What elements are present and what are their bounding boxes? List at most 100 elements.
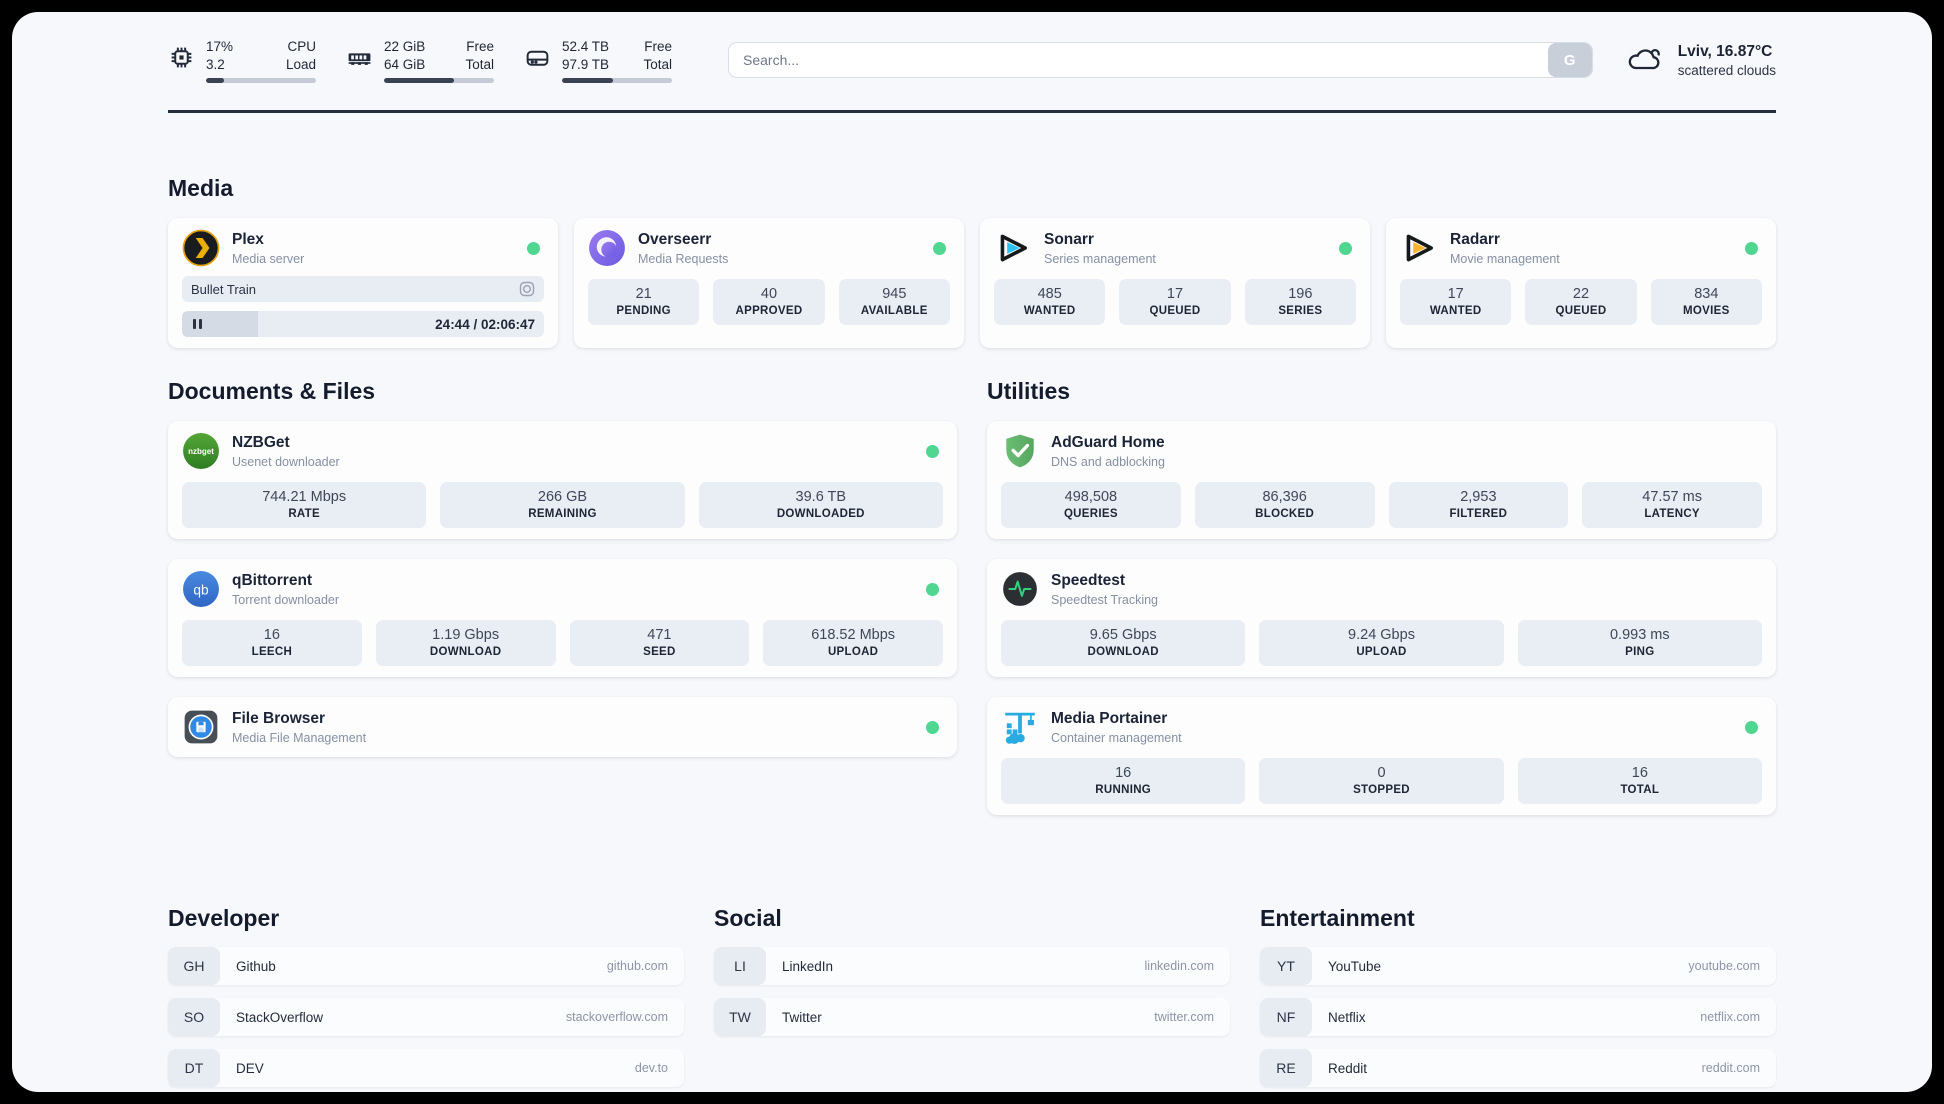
stat-value: 266 GB xyxy=(537,489,588,505)
stat-value: 9.24 Gbps xyxy=(1348,627,1415,643)
stream-session-icon[interactable] xyxy=(519,281,535,297)
link-name: Twitter xyxy=(782,1009,822,1025)
stat-box: 16 RUNNING xyxy=(1001,758,1246,804)
section-title-utilities: Utilities xyxy=(987,378,1071,404)
app-name: File Browser xyxy=(232,709,326,727)
weather-condition: scattered clouds xyxy=(1677,62,1776,78)
stat-label: AVAILABLE xyxy=(860,305,928,317)
app-name: Sonarr xyxy=(1044,230,1094,248)
now-playing-title: Bullet Train xyxy=(191,281,257,297)
section-title-entertainment: Entertainment xyxy=(1260,905,1415,931)
app-card-filebrowser[interactable]: File Browser Media File Management xyxy=(168,697,957,757)
cpu-load-label: Load xyxy=(285,56,316,72)
memory-free-label: Free xyxy=(466,38,494,54)
top-bar: 17% CPU 3.2 Load 22 GiB Free 64 GiB Tota… xyxy=(168,36,1776,84)
stat-label: SERIES xyxy=(1278,305,1323,317)
app-desc: Speedtest Tracking xyxy=(1051,592,1159,607)
stat-box: 0 STOPPED xyxy=(1259,758,1504,804)
link-youtube[interactable]: YT YouTube youtube.com xyxy=(1260,947,1776,985)
stat-box: 17 WANTED xyxy=(1400,279,1512,325)
stat-box: 945 AVAILABLE xyxy=(838,279,950,325)
stat-label: LATENCY xyxy=(1644,508,1700,520)
app-card-overseerr[interactable]: Overseerr Media Requests 21 PENDING 40 A… xyxy=(574,218,964,348)
link-linkedin[interactable]: LI LinkedIn linkedin.com xyxy=(714,947,1230,985)
stat-value: 17 xyxy=(1447,286,1464,302)
app-desc: Series management xyxy=(1044,251,1156,266)
app-name: Media Portainer xyxy=(1051,709,1168,727)
stat-box: 266 GB REMAINING xyxy=(440,482,685,528)
storage-total-label: Total xyxy=(643,56,672,72)
stat-box: 21 PENDING xyxy=(588,279,700,325)
stat-value: 47.57 ms xyxy=(1642,489,1702,505)
search-provider-button[interactable]: G xyxy=(1547,43,1592,77)
now-playing-bar: Bullet Train xyxy=(182,276,544,302)
stat-box: 744.21 Mbps RATE xyxy=(182,482,427,528)
overseerr-icon xyxy=(588,229,626,267)
app-desc: Usenet downloader xyxy=(232,454,340,469)
storage-total-value: 97.9 TB xyxy=(562,56,610,72)
pause-icon[interactable] xyxy=(193,319,202,329)
link-url: stackoverflow.com xyxy=(565,1010,668,1024)
stat-value: 0 xyxy=(1377,765,1386,781)
stat-label: WANTED xyxy=(1023,305,1076,317)
stat-label: TOTAL xyxy=(1620,784,1660,796)
stat-box: 16 LEECH xyxy=(182,620,362,666)
link-badge: TW xyxy=(714,998,766,1036)
status-dot-online xyxy=(926,583,939,596)
stat-value: 485 xyxy=(1037,286,1062,302)
memory-progress-bar xyxy=(384,77,494,83)
documents-column: Documents & Files nzbget NZBGet Usenet d… xyxy=(168,378,957,777)
app-card-qbittorrent[interactable]: qb qBittorrent Torrent downloader 16 LEE… xyxy=(168,559,957,677)
stat-label: QUERIES xyxy=(1063,508,1118,520)
stat-value: 21 xyxy=(635,286,652,302)
link-stackoverflow[interactable]: SO StackOverflow stackoverflow.com xyxy=(168,998,684,1036)
cloud-icon xyxy=(1625,41,1665,80)
app-desc: Media server xyxy=(232,251,305,266)
entertainment-links-column: Entertainment YT YouTube youtube.com NF … xyxy=(1260,905,1776,1092)
stat-value: 834 xyxy=(1694,286,1719,302)
app-card-nzbget[interactable]: nzbget NZBGet Usenet downloader 744.21 M… xyxy=(168,421,957,539)
link-twitter[interactable]: TW Twitter twitter.com xyxy=(714,998,1230,1036)
speedtest-pulse-icon xyxy=(1001,570,1039,608)
app-card-adguard[interactable]: AdGuard Home DNS and adblocking 498,508 … xyxy=(987,421,1776,539)
stat-value: 17 xyxy=(1166,286,1184,302)
stat-value: 16 xyxy=(1631,765,1648,781)
app-card-radarr[interactable]: Radarr Movie management 17 WANTED 22 QUE… xyxy=(1386,218,1776,348)
stat-value: 744.21 Mbps xyxy=(262,489,347,505)
stat-label: MOVIES xyxy=(1683,305,1730,317)
stat-box: 1.19 Gbps DOWNLOAD xyxy=(375,620,556,666)
stat-value: 39.6 TB xyxy=(795,489,847,505)
stat-label: UPLOAD xyxy=(1356,646,1407,658)
stat-label: LEECH xyxy=(251,646,293,658)
stat-label: PENDING xyxy=(616,305,671,317)
link-name: YouTube xyxy=(1328,958,1382,974)
search-input[interactable] xyxy=(729,43,1548,77)
link-url: github.com xyxy=(606,959,668,973)
stat-value: 0.993 ms xyxy=(1609,627,1670,643)
link-reddit[interactable]: RE Reddit reddit.com xyxy=(1260,1049,1776,1087)
stat-value: 9.65 Gbps xyxy=(1089,627,1157,643)
app-card-speedtest[interactable]: Speedtest Speedtest Tracking 9.65 Gbps D… xyxy=(987,559,1776,677)
link-name: Github xyxy=(236,958,276,974)
app-card-portainer[interactable]: Media Portainer Container management 16 … xyxy=(987,697,1776,815)
svg-text:nzbget: nzbget xyxy=(188,447,214,456)
weather-location-temp: Lviv, 16.87°C xyxy=(1677,42,1773,60)
status-dot-online xyxy=(1745,242,1758,255)
app-card-sonarr[interactable]: Sonarr Series management 485 WANTED 17 Q… xyxy=(980,218,1370,348)
stat-label: DOWNLOAD xyxy=(429,646,502,658)
link-netflix[interactable]: NF Netflix netflix.com xyxy=(1260,998,1776,1036)
app-desc: Movie management xyxy=(1450,251,1560,266)
stat-box: 0.993 ms PING xyxy=(1517,620,1762,666)
stat-value: 2,953 xyxy=(1460,489,1497,505)
link-github[interactable]: GH Github github.com xyxy=(168,947,684,985)
player-progress-bar[interactable]: 24:44 / 02:06:47 xyxy=(182,311,544,337)
stat-label: BLOCKED xyxy=(1255,508,1315,520)
app-desc: Container management xyxy=(1051,730,1182,745)
link-name: DEV xyxy=(236,1060,264,1076)
link-dev[interactable]: DT DEV dev.to xyxy=(168,1049,684,1087)
status-dot-online xyxy=(926,445,939,458)
cpu-label: CPU xyxy=(287,38,316,54)
app-name: Speedtest xyxy=(1051,571,1126,589)
app-card-plex[interactable]: Plex Media server Bullet Train 24:44 / 0… xyxy=(168,218,558,348)
memory-total-label: Total xyxy=(465,56,494,72)
